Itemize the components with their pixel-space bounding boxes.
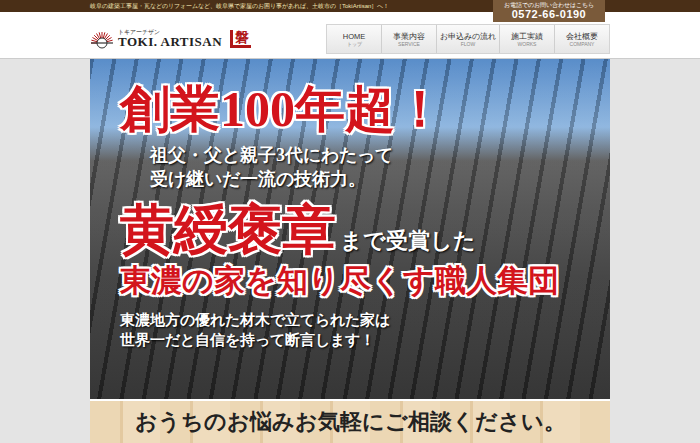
consult-banner[interactable]: おうちのお悩みお気軽にご相談ください。 <box>90 399 610 443</box>
nav-item[interactable]: 会社概要COMPANY <box>554 25 609 53</box>
logo-name: TOKI. ARTISAN <box>118 35 222 49</box>
award: 黄綬褒章 <box>120 201 336 260</box>
contact-label: お電話でのお問い合わせはこちら <box>504 2 594 9</box>
hero-closing: 東濃地方の優れた材木で立てられた家は世界一だと自信を持って断言します！ <box>120 310 610 351</box>
nav-item[interactable]: HOMEトップ <box>327 25 381 53</box>
logo[interactable]: トキアーチザンTOKI. ARTISAN磐 <box>90 27 251 51</box>
award-row: 黄綬褒章まで受賞した <box>120 201 610 260</box>
hero-headline: 創業100年超！ <box>120 81 610 139</box>
contact-box[interactable]: お電話でのお問い合わせはこちら0572-66-0190 <box>493 0 605 22</box>
sun-logo-icon <box>90 27 114 51</box>
nav-item[interactable]: 事業内容SERVICE <box>381 25 436 53</box>
hero-tagline: 東濃の家を知り尽くす職人集団 <box>120 262 610 299</box>
banner-text: おうちのお悩みお気軽にご相談ください。 <box>135 407 566 437</box>
nav-item[interactable]: お申込みの流れFLOW <box>436 25 499 53</box>
phone-number[interactable]: 0572-66-0190 <box>512 8 587 20</box>
hero: 創業100年超！祖父・父と親子3代にわたって受け継いだ一流の技術力。黄綬褒章まで… <box>90 59 610 399</box>
top-tagline: 岐阜の建築工事屋・瓦などのリフォームなど、岐阜県で家屋のお困り事があれば、土岐市… <box>90 3 389 9</box>
logo-mark: 磐 <box>230 30 251 48</box>
nav-item[interactable]: 施工実績WORKS <box>499 25 554 53</box>
main-nav: HOMEトップ事業内容SERVICEお申込みの流れFLOW施工実績WORKS会社… <box>326 24 610 54</box>
hero-lines: 祖父・父と親子3代にわたって受け継いだ一流の技術力。 <box>150 143 610 192</box>
award-suffix: まで受賞した <box>340 226 476 256</box>
page: 岐阜の建築工事屋・瓦などのリフォームなど、岐阜県で家屋のお困り事があれば、土岐市… <box>0 0 700 443</box>
